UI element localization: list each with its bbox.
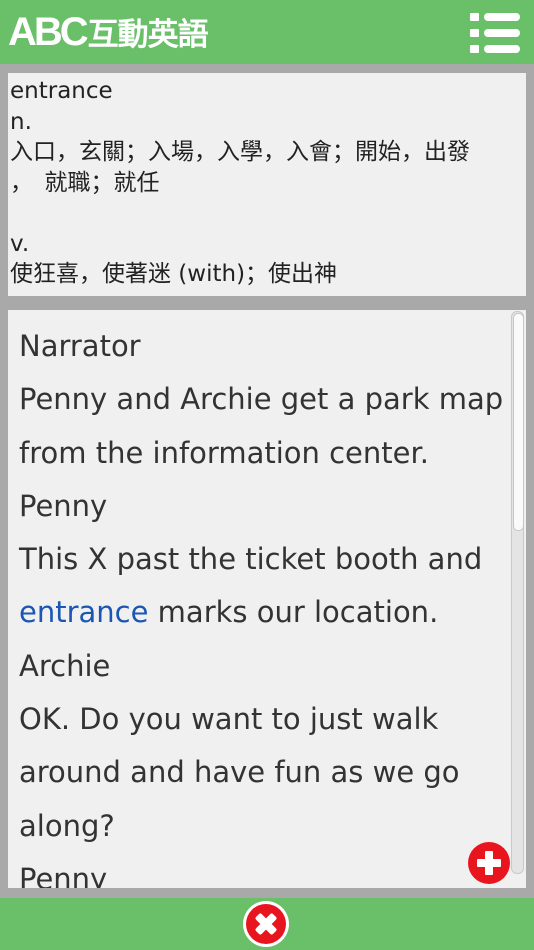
plus-icon-vertical bbox=[485, 851, 493, 875]
dialogue-scrollbar[interactable] bbox=[511, 311, 524, 874]
app-logo: ABC互動英語 bbox=[8, 10, 209, 54]
dialogue-line: entrance marks our location. bbox=[19, 586, 509, 639]
dialogue-line-rest: marks our location. bbox=[148, 595, 439, 630]
dialogue-text: Narrator Penny and Archie get a park map… bbox=[19, 320, 509, 888]
dialogue-line: around and have fun as we go bbox=[19, 755, 460, 790]
dictionary-pos-verb: v. bbox=[10, 230, 30, 257]
speaker-name: Narrator bbox=[19, 329, 141, 363]
add-button[interactable] bbox=[468, 842, 510, 884]
dialogue-line: from the information center. bbox=[19, 435, 429, 470]
dictionary-noun-definition-cont: ， 就職；就任 bbox=[10, 169, 160, 196]
speaker-name: Penny bbox=[19, 488, 108, 523]
dictionary-pos-noun: n. bbox=[10, 108, 32, 135]
dictionary-spacer bbox=[10, 198, 524, 229]
logo-chinese-text: 互動英語 bbox=[87, 17, 209, 53]
speaker-name: Penny bbox=[19, 861, 108, 888]
scrollbar-thumb[interactable] bbox=[513, 313, 524, 531]
list-menu-icon bbox=[470, 13, 520, 21]
dictionary-noun-definition: 入口，玄關；入場，入學，入會；開始，出發 bbox=[10, 139, 470, 165]
dialogue-panel[interactable]: Narrator Penny and Archie get a park map… bbox=[8, 310, 526, 888]
menu-button[interactable] bbox=[470, 13, 520, 53]
header-bar: ABC互動英語 bbox=[0, 0, 534, 64]
close-circle-icon bbox=[246, 904, 286, 944]
list-menu-icon-row bbox=[470, 29, 520, 37]
list-menu-icon-row bbox=[470, 45, 520, 53]
dialogue-line: OK. Do you want to just walk bbox=[19, 702, 439, 737]
speaker-name: Archie bbox=[19, 648, 111, 683]
dialogue-line: Penny and Archie get a park map bbox=[19, 382, 504, 417]
dialogue-line: This X past the ticket booth and bbox=[19, 542, 483, 577]
dictionary-panel: entrance n. 入口，玄關；入場，入學，入會；開始，出發 ， 就職；就任… bbox=[8, 73, 526, 296]
logo-abc-text: ABC bbox=[8, 10, 89, 54]
highlighted-word-link[interactable]: entrance bbox=[19, 595, 148, 629]
close-button[interactable] bbox=[243, 901, 289, 947]
dictionary-word: entrance bbox=[10, 78, 113, 104]
dialogue-line: along? bbox=[19, 808, 115, 843]
dictionary-verb-definition: 使狂喜，使著迷 (with)；使出神 bbox=[10, 261, 338, 287]
